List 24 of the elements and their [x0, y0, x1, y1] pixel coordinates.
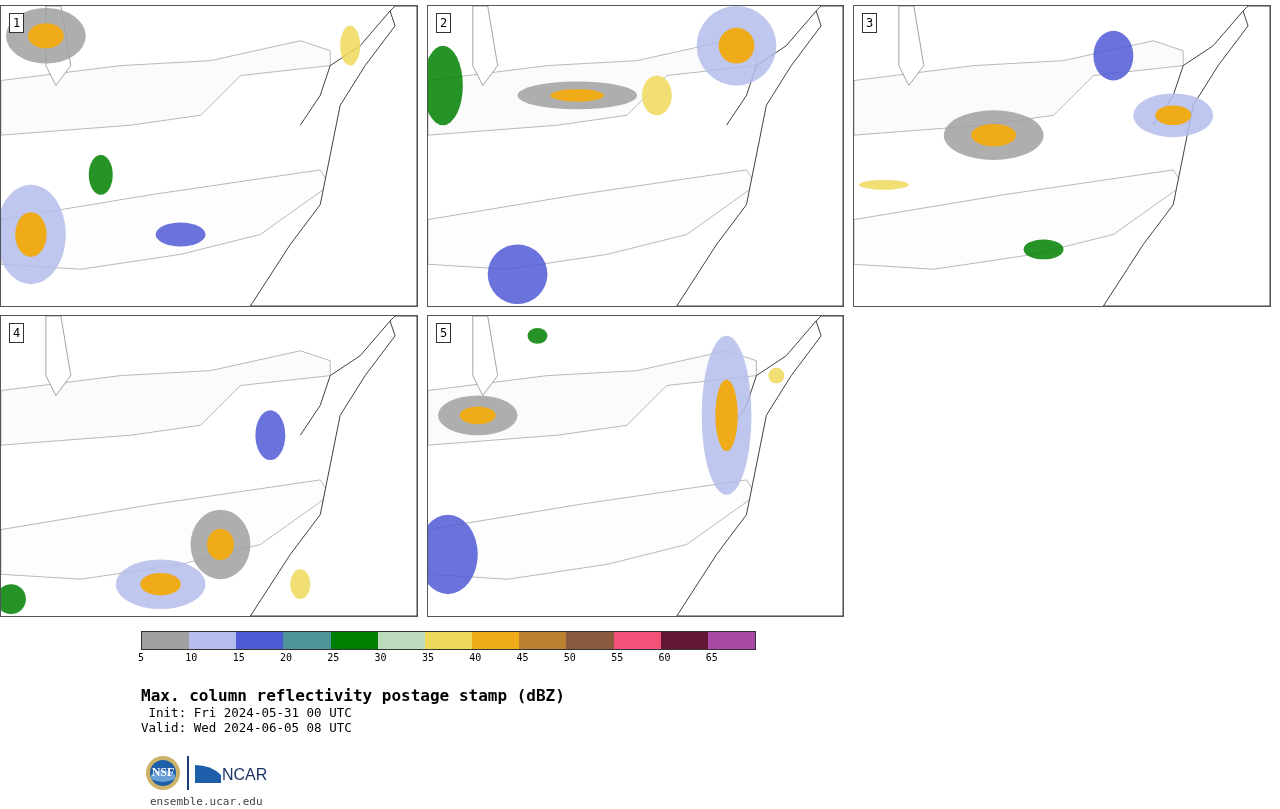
panel-number: 4	[9, 323, 25, 343]
tick-label: 15	[232, 651, 246, 665]
tick-label: 30	[374, 651, 388, 665]
tick-label: 20	[279, 651, 293, 665]
tick-label: 50	[563, 651, 577, 665]
panel-number: 5	[436, 323, 452, 343]
tick-label: 35	[421, 651, 435, 665]
seal-logo: NSF	[145, 755, 181, 791]
tick-label: 45	[516, 651, 530, 665]
site-address: ensemble.ucar.edu	[150, 795, 264, 808]
tick-label: 5	[138, 651, 146, 665]
tick-label: 10	[185, 651, 199, 665]
init-time: Init: Fri 2024-05-31 00 UTC	[147, 705, 353, 720]
tick-label: 40	[469, 651, 483, 665]
chart-title: Max. column reflectivity postage stamp (dBZ)	[141, 686, 566, 705]
panel-number: 1	[9, 13, 25, 33]
valid-time: Valid: Wed 2024-06-05 08 UTC	[141, 720, 353, 735]
panel-number: 2	[436, 13, 452, 33]
tick-label: 60	[658, 651, 672, 665]
tick-label: 55	[611, 651, 625, 665]
tick-label: 65	[705, 651, 719, 665]
tick-label: 25	[327, 651, 341, 665]
brand-logo: NCAR	[195, 763, 268, 783]
panel-number: 3	[862, 13, 878, 33]
